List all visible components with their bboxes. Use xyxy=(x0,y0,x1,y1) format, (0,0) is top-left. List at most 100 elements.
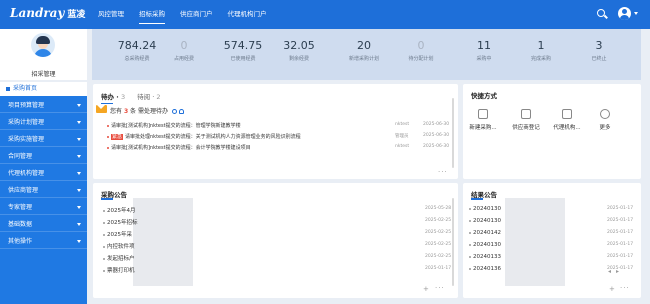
chevron-down-icon xyxy=(77,172,81,175)
title-underline xyxy=(101,198,113,200)
stat-remaining[interactable]: 32.05 剩余经费 xyxy=(269,39,329,62)
stat-value: 3 xyxy=(595,39,603,52)
notice-row[interactable]: 发起招标户 2025-02-25 xyxy=(103,254,458,262)
sidebar-item-other[interactable]: 其他操作 xyxy=(0,235,87,249)
clock-icon[interactable] xyxy=(171,109,177,114)
search-icon[interactable] xyxy=(596,8,608,20)
notice-text: 2025年采 xyxy=(107,232,132,238)
bullet-icon xyxy=(469,243,471,246)
notice-row[interactable]: 内控软件项 2025-02-25 xyxy=(103,242,458,250)
quick-action-supplier-register[interactable]: 供应商登记 xyxy=(508,109,544,131)
todo-date: 2025-06-30 xyxy=(423,133,450,138)
todo-date: 2025-06-30 xyxy=(423,122,450,127)
stat-terminated[interactable]: 3 已终止 xyxy=(569,39,629,62)
more-icon[interactable]: ··· xyxy=(438,168,448,176)
notice-row[interactable]: 票器打印机 2025-01-17 xyxy=(103,266,458,274)
notice-row[interactable]: 2025年4月 2025-05-28 xyxy=(103,206,458,214)
quick-action-label: 更多 xyxy=(599,125,611,131)
result-row[interactable]: 20240136 2025-01-17 xyxy=(469,266,637,272)
result-row[interactable]: 20240133 2025-01-17 xyxy=(469,254,637,260)
notice-date: 2025-01-17 xyxy=(425,266,452,271)
summary-count: 3 xyxy=(123,108,129,115)
home-icon xyxy=(6,86,10,91)
bullet-icon xyxy=(103,257,105,260)
logo-text-cn: 蓝凌 xyxy=(67,10,86,20)
todo-row[interactable]: 请审批[测试机构]nktest提交的流程：会计学院教学楼建设项目 nktest 20… xyxy=(107,144,449,151)
todo-row[interactable]: 紧急 请审批处理nktest提交的流程：关于测试机构人力资源管理业务的风险识别流程… xyxy=(107,133,449,140)
notice-row[interactable]: 2025年采 2025-02-25 xyxy=(103,230,458,238)
result-row[interactable]: 20240130 2025-01-17 xyxy=(469,218,637,224)
nav-agency-portal[interactable]: 代理机构门户 xyxy=(228,0,267,29)
result-text: 20240130 xyxy=(473,206,501,212)
more-icon[interactable]: ··· xyxy=(435,284,445,292)
todo-summary: 您有 3 条 需处理待办 xyxy=(110,106,184,115)
sidebar-item-expert[interactable]: 专家管理 xyxy=(0,201,87,215)
more-icon[interactable]: ··· xyxy=(620,284,630,292)
sidebar-item-plan[interactable]: 采购计划管理 xyxy=(0,116,87,130)
chevron-down-icon xyxy=(77,189,81,192)
result-text: 20240130 xyxy=(473,242,501,248)
pager-next-icon[interactable]: ▸ xyxy=(616,268,619,275)
stat-label: 已使用经费 xyxy=(230,56,256,62)
sidebar-item-supplier[interactable]: 供应商管理 xyxy=(0,184,87,198)
add-icon[interactable]: + xyxy=(423,285,429,293)
bullet-icon xyxy=(103,233,105,236)
result-date: 2025-01-17 xyxy=(607,254,634,259)
nav-procurement[interactable]: 招标采购 xyxy=(139,0,165,29)
notice-row[interactable]: 2025年招标 2025-02-25 xyxy=(103,218,458,226)
sidebar-item-home[interactable]: 采购首页 xyxy=(0,82,87,96)
quick-action-new-procurement[interactable]: 新建采购... xyxy=(465,109,501,131)
sidebar-item-basic-data[interactable]: 基础数据 xyxy=(0,218,87,232)
todo-row[interactable]: 请审批[测试机构]nktest提交的流程：管理学院新建教学楼 nktest 2025… xyxy=(107,122,449,129)
sidebar-item-label: 其他操作 xyxy=(8,238,33,245)
notice-date: 2025-02-25 xyxy=(425,242,452,247)
result-text: 20240133 xyxy=(473,254,501,260)
quick-action-more[interactable]: 更多 xyxy=(587,109,623,131)
user-icon[interactable] xyxy=(178,109,184,114)
nav-risk-control[interactable]: 风控管理 xyxy=(98,0,124,29)
quick-action-label: 供应商登记 xyxy=(512,125,540,131)
result-row[interactable]: 20240142 2025-01-17 xyxy=(469,230,637,236)
sidebar-item-agency[interactable]: 代理机构管理 xyxy=(0,167,87,181)
add-icon[interactable]: + xyxy=(609,285,615,293)
stat-used[interactable]: 574.75 已使用经费 xyxy=(213,39,273,62)
sidebar-item-label: 专家管理 xyxy=(8,204,33,211)
bullet-icon xyxy=(103,209,105,212)
pager-prev-icon[interactable]: ◂ xyxy=(608,268,611,275)
notice-text: 票器打印机 xyxy=(107,268,135,274)
bullet-icon xyxy=(103,269,105,272)
user-avatar[interactable] xyxy=(618,7,631,20)
stat-occupied[interactable]: 0 占用经费 xyxy=(154,39,214,62)
notice-date: 2025-02-25 xyxy=(425,218,452,223)
edit-icon xyxy=(478,109,488,119)
notice-text: 2025年4月 xyxy=(107,208,136,214)
summary-prefix: 您有 xyxy=(110,108,123,115)
tab-todo[interactable]: 待办 · 3 xyxy=(101,91,125,104)
bullet-icon xyxy=(107,135,109,138)
tab-count: 2 xyxy=(156,93,161,101)
stat-in-progress[interactable]: 11 采购中 xyxy=(454,39,514,62)
nav-supplier-portal[interactable]: 供应商门户 xyxy=(180,0,213,29)
chevron-down-icon[interactable] xyxy=(634,12,638,15)
bullet-icon xyxy=(107,124,109,127)
app-logo[interactable]: Landray 蓝凌 xyxy=(10,6,85,20)
stat-label: 已终止 xyxy=(591,56,607,62)
stat-pending-plans[interactable]: 0 待分配计划 xyxy=(391,39,451,62)
result-row[interactable]: 20240130 2025-01-17 xyxy=(469,242,637,248)
stats-bar: 784.24 总采购经费 0 占用经费 574.75 已使用经费 32.05 剩余经费 … xyxy=(92,29,641,80)
sidebar-item-contract[interactable]: 合同管理 xyxy=(0,150,87,164)
stat-new-plans[interactable]: 20 新增采购计划 xyxy=(334,39,394,62)
tab-toread[interactable]: 待阅 · 2 xyxy=(137,91,160,101)
quick-action-agency[interactable]: 代理机构... xyxy=(549,109,585,131)
scrollbar[interactable] xyxy=(452,98,454,168)
scrollbar[interactable] xyxy=(452,198,454,286)
sidebar-item-implementation[interactable]: 采购实施管理 xyxy=(0,133,87,147)
result-row[interactable]: 20240130 2025-01-17 xyxy=(469,206,637,212)
chevron-down-icon xyxy=(77,223,81,226)
sidebar-item-budget[interactable]: 项目预算管理 xyxy=(0,99,87,113)
stat-completed[interactable]: 1 完成采购 xyxy=(511,39,571,62)
stat-value: 20 xyxy=(357,39,371,52)
sidebar-item-label: 采购实施管理 xyxy=(8,136,45,143)
tab-label: 待办 xyxy=(101,93,114,101)
bullet-icon xyxy=(103,245,105,248)
